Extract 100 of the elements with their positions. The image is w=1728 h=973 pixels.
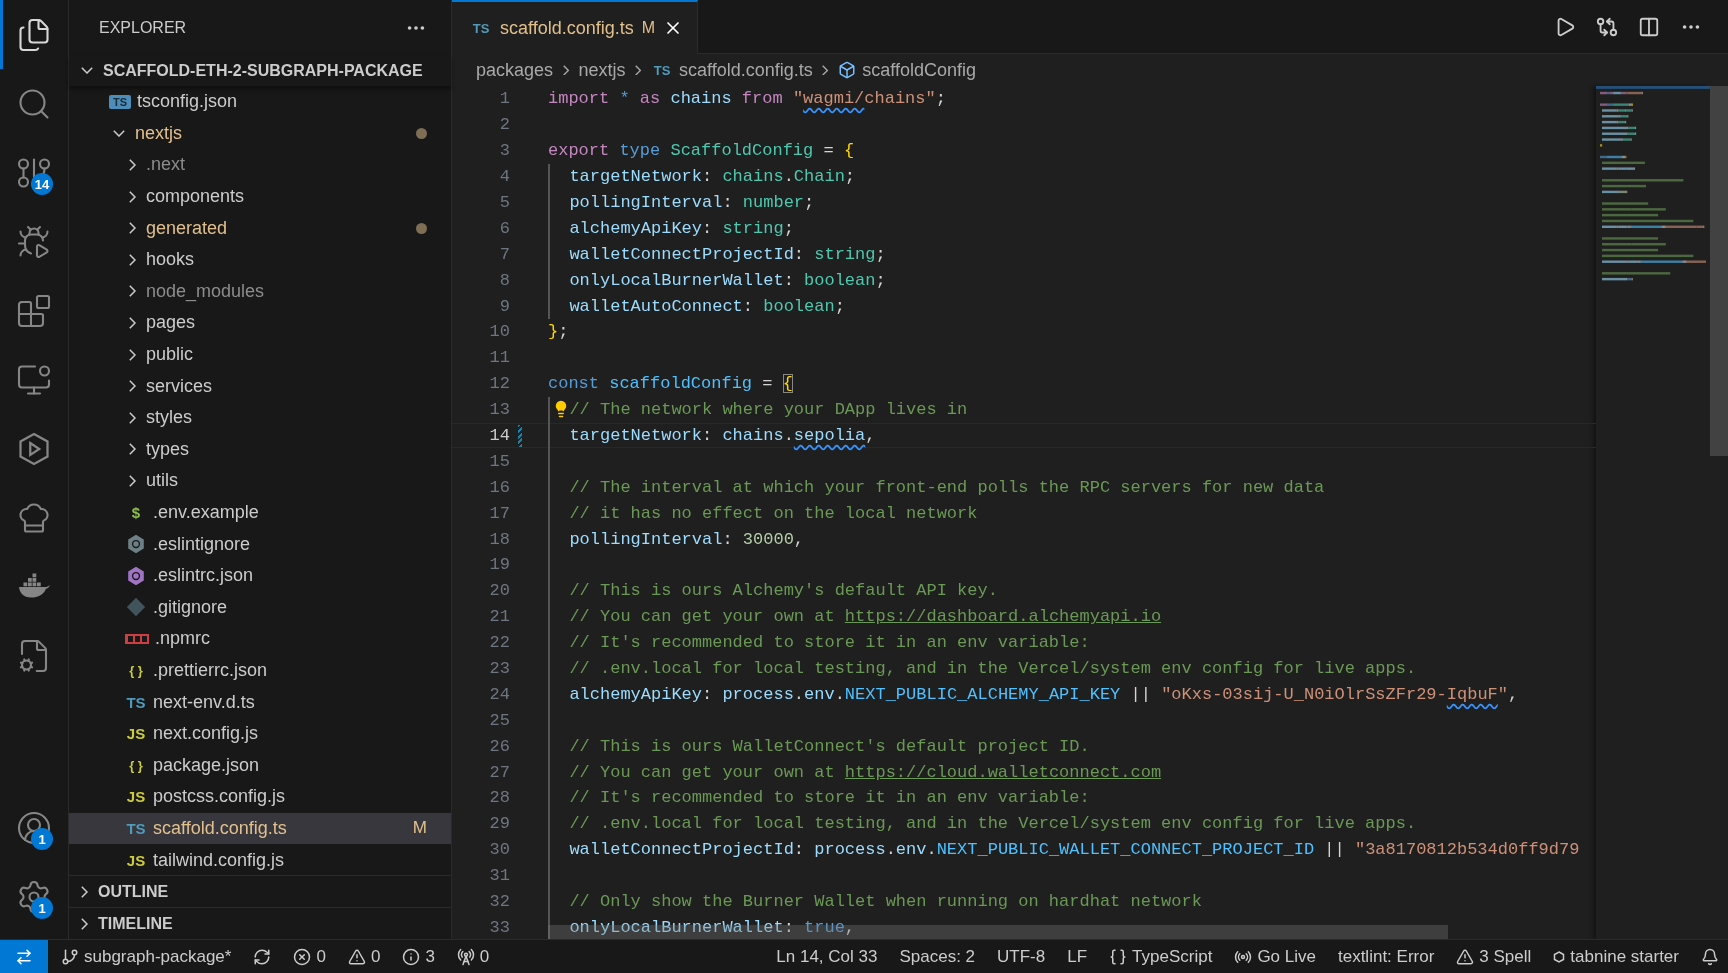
line-number: 29 <box>488 814 510 834</box>
tree-item[interactable]: TS tsconfig.json <box>69 86 451 118</box>
debug-icon[interactable] <box>16 223 52 260</box>
line-number: 28 <box>488 788 510 808</box>
settings-icon[interactable] <box>16 878 52 915</box>
code-line: // It's recommended to store it in an env variable: <box>548 629 1090 656</box>
tree-item[interactable]: public <box>69 338 451 371</box>
git-status-label: M <box>412 818 427 839</box>
tree-item[interactable]: components <box>69 180 451 213</box>
warnings-status[interactable]: 3 Spell <box>1447 946 1541 967</box>
line-number: 23 <box>488 659 510 679</box>
code-line: // Only show the Burner Wallet when running on hardhat network <box>548 888 1202 915</box>
tree-item[interactable]: pages <box>69 307 451 339</box>
tree-item[interactable]: JS tailwind.config.js <box>69 844 451 875</box>
line-number: 27 <box>488 762 510 782</box>
javascript-file-icon: JS <box>125 725 147 743</box>
tree-item[interactable]: nextjs <box>69 117 451 150</box>
warnings-status[interactable]: 0 <box>338 946 390 967</box>
section-header[interactable]: OUTLINE <box>69 875 451 907</box>
tree-item[interactable]: .eslintrc.json <box>69 559 451 592</box>
folder-name: hooks <box>146 249 196 271</box>
ports-status[interactable]: 0 <box>447 946 499 967</box>
tree-item[interactable]: hooks <box>69 243 451 276</box>
folder-name: .next <box>146 154 187 176</box>
sync-icon <box>253 947 272 966</box>
accounts-icon[interactable] <box>16 809 52 846</box>
chevron-right-icon <box>81 885 88 898</box>
remote-button[interactable] <box>0 940 48 973</box>
typescript-file-icon: TS <box>125 693 147 711</box>
tree-item[interactable]: styles <box>69 401 451 434</box>
link[interactable]: https://cloud.walletconnect.com <box>844 762 1162 782</box>
workspace-folder-header[interactable]: SCAFFOLD-ETH-2-SUBGRAPH-PACKAGE <box>69 55 451 86</box>
tree-item[interactable]: { } .prettierrc.json <box>69 654 451 687</box>
code-line: // The network where your DApp lives in <box>548 396 968 423</box>
tree-item[interactable]: TS scaffold.config.ts M <box>69 812 451 845</box>
chevron-right-icon <box>562 64 569 76</box>
line-number: 3 <box>498 141 510 161</box>
tree-item[interactable]: .next <box>69 149 451 181</box>
folder-name: styles <box>146 407 193 429</box>
tree-item[interactable]: types <box>69 433 451 466</box>
hexagon-play-icon[interactable] <box>16 430 52 467</box>
info-status[interactable]: 3 <box>393 946 444 967</box>
line-number: 1 <box>498 89 510 109</box>
code-line: // The interval at which your front-end polls the RPC servers for new data <box>548 474 1325 501</box>
sidebar-title: EXPLORER <box>99 18 187 37</box>
typescript-file-icon: TS <box>651 62 674 78</box>
line-number: 7 <box>498 244 510 264</box>
plain-status[interactable]: Spaces: 2 <box>890 946 985 967</box>
tree-item[interactable]: TS next-env.d.ts <box>69 686 451 718</box>
tree-item[interactable]: .gitignore <box>69 591 451 624</box>
diamond-file-icon <box>125 596 147 619</box>
tree-item[interactable]: node_modules <box>69 275 451 308</box>
line-number: 25 <box>488 710 510 730</box>
tree-item[interactable]: { } package.json <box>69 749 451 782</box>
branch-status[interactable]: subgraph-package* <box>52 946 241 967</box>
folder-name: generated <box>146 217 229 239</box>
breadcrumb-item[interactable]: nextjs <box>578 59 626 81</box>
tree-item[interactable]: JS next.config.js <box>69 717 451 750</box>
file-name: scaffold.config.ts <box>153 817 288 839</box>
tree-item[interactable]: .eslintignore <box>69 528 451 560</box>
breadcrumb-item[interactable]: scaffold.config.ts <box>679 59 813 81</box>
plain-status[interactable]: UTF-8 <box>988 946 1055 967</box>
vertical-scrollbar[interactable] <box>1710 86 1728 456</box>
file-name: .gitignore <box>153 596 229 618</box>
tabnine-status[interactable]: tabnine starter <box>1544 946 1688 967</box>
hexagon-file-icon <box>125 564 147 587</box>
tree-item[interactable]: generated <box>69 212 451 244</box>
errors-status[interactable]: 0 <box>284 946 335 967</box>
tree-item[interactable]: .npmrc <box>69 623 451 655</box>
link[interactable]: https://dashboard.alchemyapi.io <box>844 607 1162 627</box>
file-name: postcss.config.js <box>153 786 287 808</box>
env-file-icon: $ <box>125 504 147 521</box>
compare-icon[interactable] <box>1596 15 1618 38</box>
tree-item[interactable]: services <box>69 370 451 402</box>
count-badge: 1 <box>31 897 53 919</box>
explorer-icon[interactable] <box>16 16 52 53</box>
plain-status[interactable]: Ln 14, Col 33 <box>767 946 887 967</box>
extensions-icon[interactable] <box>16 292 52 329</box>
golive-status[interactable]: Go Live <box>1225 946 1325 967</box>
breadcrumb-item[interactable]: packages <box>476 59 554 81</box>
editor-tab[interactable]: TS scaffold.config.ts M <box>452 0 699 54</box>
chevron-right-icon <box>635 64 642 76</box>
file-name: tsconfig.json <box>137 91 239 113</box>
tree-item[interactable]: utils <box>69 465 451 497</box>
split-editor-icon[interactable] <box>1638 15 1660 38</box>
tree-item[interactable]: $ .env.example <box>69 496 451 529</box>
line-number: 12 <box>488 374 510 394</box>
language-status[interactable]: TypeScript <box>1100 946 1222 967</box>
npm-file-icon <box>125 633 149 644</box>
plain-status[interactable]: textlint: Error <box>1328 946 1444 967</box>
line-number: 22 <box>488 633 510 653</box>
errors-icon <box>293 947 312 966</box>
breadcrumb-item[interactable]: scaffoldConfig <box>862 59 977 81</box>
code-line: // This is ours Alchemy's default API key. <box>548 577 998 604</box>
tree-item[interactable]: JS postcss.config.js <box>69 781 451 813</box>
line-number: 8 <box>498 270 510 290</box>
section-title: TIMELINE <box>98 914 173 933</box>
count-badge: 1 <box>31 828 53 850</box>
plain-status[interactable]: LF <box>1058 946 1097 967</box>
javascript-file-icon: JS <box>125 851 147 869</box>
